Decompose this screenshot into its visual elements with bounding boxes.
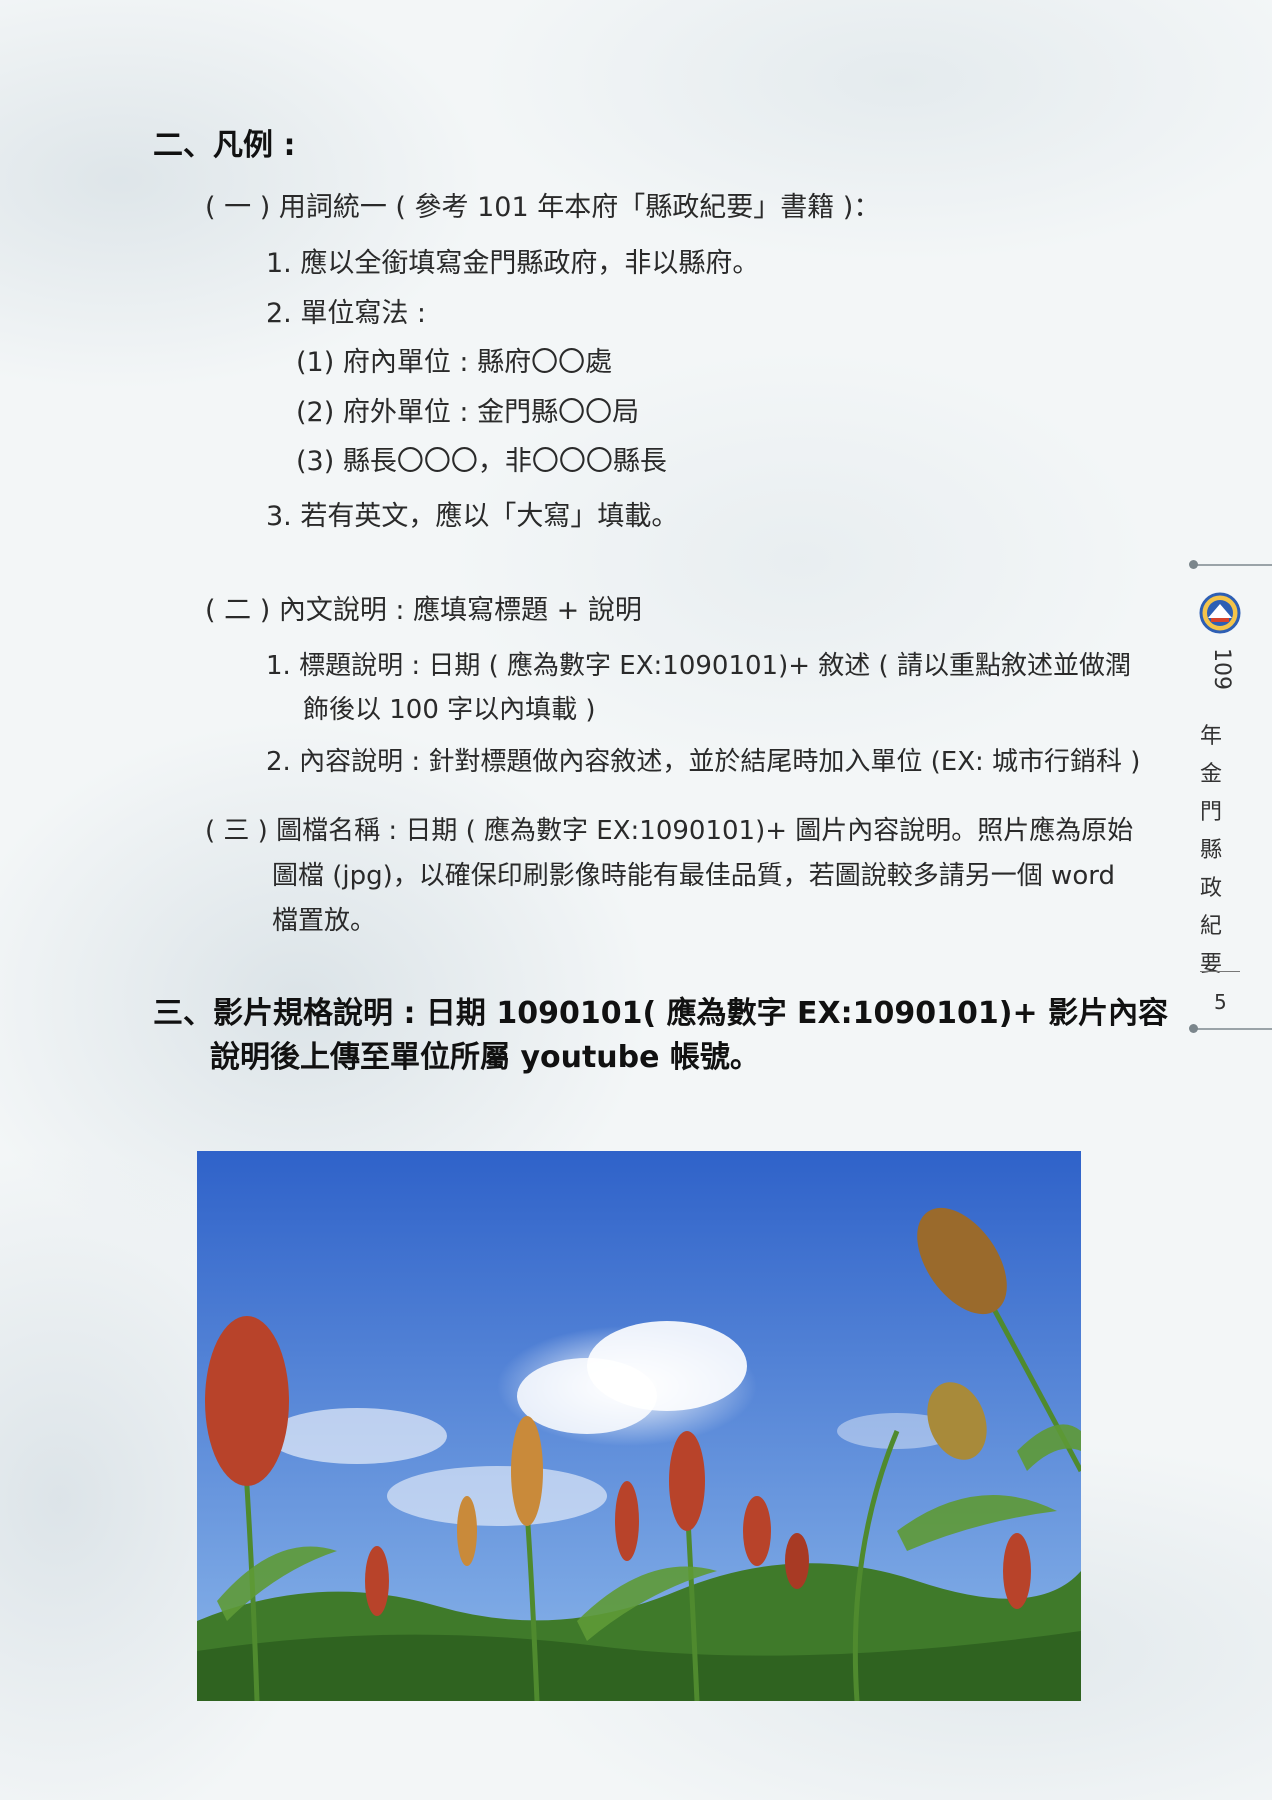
list-item: 2. 單位寫法 :: [266, 298, 427, 329]
section-title-video: 三、影片規格說明 : 日期 1090101( 應為數字 EX:1090101)+…: [153, 996, 1169, 1031]
list-item: 2. 內容說明 : 針對標題做內容敘述，並於結尾時加入單位 (EX: 城市行銷科…: [266, 747, 1141, 777]
list-item: 3. 若有英文，應以「大寫」填載。: [266, 501, 679, 532]
side-divider-dot: [1189, 1024, 1198, 1033]
subsection-image-naming: ( 三 ) 圖檔名稱 : 日期 ( 應為數字 EX:1090101)+ 圖片內容…: [205, 816, 1134, 846]
list-subitem: (3) 縣長〇〇〇，非〇〇〇縣長: [296, 446, 667, 477]
list-item: 1. 應以全銜填寫金門縣政府，非以縣府。: [266, 248, 760, 279]
side-divider-dot: [1189, 560, 1198, 569]
county-emblem-icon: [1199, 592, 1241, 634]
side-divider-bottom: [1193, 1028, 1272, 1030]
sorghum-field-photo: [197, 1151, 1081, 1701]
side-divider-top: [1193, 564, 1272, 566]
side-year: 109: [1209, 648, 1234, 690]
section-title-conventions: 二、凡例 :: [153, 128, 296, 163]
page-number-rule: [1200, 971, 1240, 972]
subsection-heading-terms: ( 一 ) 用詞統一 ( 參考 101 年本府「縣政紀要」書籍 )：: [205, 192, 881, 223]
list-item-continuation: 飾後以 100 字以內填載 ): [303, 695, 596, 725]
list-subitem: (2) 府外單位 : 金門縣〇〇局: [296, 397, 640, 428]
list-item: 1. 標題說明 : 日期 ( 應為數字 EX:1090101)+ 敘述 ( 請以…: [266, 651, 1131, 681]
section-title-video-continued: 說明後上傳至單位所屬 youtube 帳號。: [210, 1040, 760, 1075]
list-subitem: (1) 府內單位 : 縣府〇〇處: [296, 347, 613, 378]
page-number: 5: [1214, 990, 1227, 1014]
paragraph-line: 圖檔 (jpg)，以確保印刷影像時能有最佳品質，若圖說較多請另一個 word: [272, 861, 1115, 891]
side-book-title: 年金門縣政紀要: [1199, 724, 1222, 977]
subsection-heading-content: ( 二 ) 內文說明 : 應填寫標題 + 說明: [205, 595, 642, 626]
paragraph-line: 檔置放。: [272, 906, 377, 936]
